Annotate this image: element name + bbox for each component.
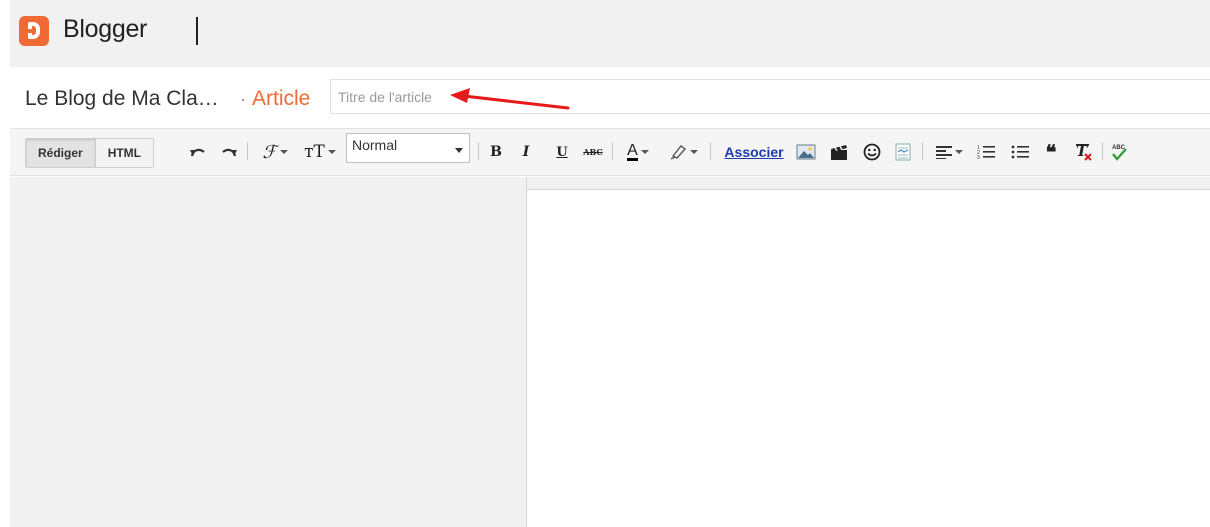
quote-icon[interactable]: ❝ — [1040, 142, 1062, 162]
highlight-icon — [669, 144, 687, 160]
clear-format-icon[interactable]: T — [1073, 142, 1095, 162]
format-select-value: Normal — [352, 137, 398, 153]
editor-toolbar: Rédiger HTML ℱ тT Normal B I U ABC A Ass… — [10, 129, 1210, 176]
italic-button[interactable]: I — [517, 142, 535, 162]
html-mode-button[interactable]: HTML — [94, 139, 154, 167]
annotation-arrow-icon — [450, 88, 570, 110]
bullet-list-icon[interactable] — [1009, 142, 1031, 162]
font-size-button[interactable]: тT — [300, 142, 340, 162]
toolbar-separator — [478, 142, 479, 160]
mode-switch: Rédiger HTML — [25, 138, 155, 168]
bold-button[interactable]: B — [487, 142, 505, 162]
blog-name[interactable]: Le Blog de Ma Cla… — [25, 87, 219, 111]
underline-button[interactable]: U — [553, 142, 571, 162]
strikethrough-button[interactable]: ABC — [581, 142, 605, 162]
toolbar-separator — [247, 142, 248, 160]
format-select[interactable]: Normal — [346, 133, 470, 163]
toolbar-separator — [922, 142, 923, 160]
svg-text:3: 3 — [977, 155, 980, 160]
toolbar-separator — [1102, 142, 1103, 160]
image-icon[interactable] — [795, 142, 817, 162]
left-panel — [10, 177, 527, 527]
align-icon — [935, 145, 952, 159]
video-icon[interactable] — [828, 142, 850, 162]
toolbar-separator — [612, 142, 613, 160]
breadcrumb-separator: · — [240, 89, 246, 109]
post-title-row: Le Blog de Ma Cla… · Article — [10, 67, 1210, 129]
chevron-down-icon — [455, 148, 463, 153]
link-button[interactable]: Associer — [719, 142, 789, 162]
emoji-icon[interactable] — [861, 142, 883, 162]
redo-icon[interactable] — [219, 142, 239, 162]
undo-icon[interactable] — [188, 142, 208, 162]
numbered-list-icon[interactable]: 123 — [975, 142, 997, 162]
post-kind-label: Article — [252, 87, 311, 110]
blogger-logo-icon[interactable] — [19, 16, 49, 46]
toolbar-separator — [710, 142, 711, 160]
text-color-icon: A — [627, 142, 638, 161]
jump-break-icon[interactable] — [892, 142, 914, 162]
spellcheck-icon[interactable]: ABC — [1108, 142, 1130, 162]
post-body-editor[interactable] — [527, 189, 1210, 527]
font-size-icon: тT — [304, 142, 325, 162]
text-color-button[interactable]: A — [620, 142, 656, 162]
app-bar: Blogger — [10, 0, 1210, 67]
font-family-button[interactable]: ℱ — [256, 141, 294, 163]
editor-frame — [527, 177, 1210, 189]
compose-mode-button[interactable]: Rédiger — [26, 139, 95, 167]
font-family-icon: ℱ — [262, 141, 277, 163]
brand-name[interactable]: Blogger — [63, 15, 147, 44]
header-divider — [196, 17, 198, 45]
highlight-button[interactable] — [665, 142, 701, 162]
align-button[interactable] — [930, 142, 968, 162]
